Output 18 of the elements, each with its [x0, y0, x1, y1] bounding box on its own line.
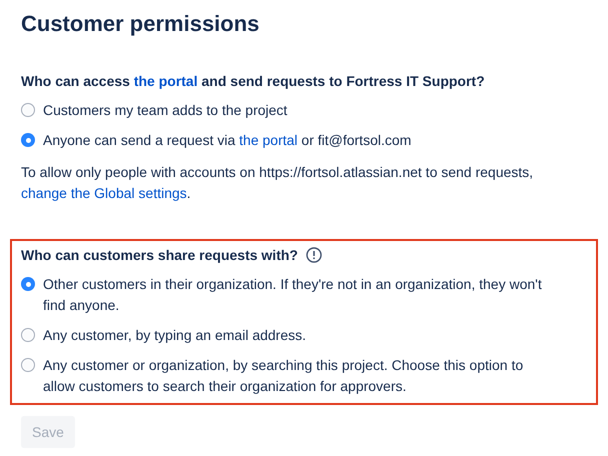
radio-button[interactable] — [21, 277, 35, 291]
info-icon[interactable] — [306, 247, 322, 263]
note-text: To allow only people with accounts on https://fortsol.atlassian.net to send requests, change the Global settings. — [21, 163, 534, 203]
option-label: Any customer or organization, by searching this project. Choose this option to allow customers to search their organization for approvers. — [43, 356, 524, 396]
question-text: Who can customers share requests with? — [21, 246, 298, 265]
page-title: Customer permissions — [21, 10, 260, 38]
option-label: Any customer, by typing an email address. — [43, 326, 308, 345]
option-label: Other customers in their organization. If they're not in an organization, they won't find anyone. — [43, 275, 543, 315]
link[interactable]: change the Global settings — [21, 185, 187, 201]
radio-button[interactable] — [21, 328, 35, 342]
link[interactable]: the portal — [239, 132, 298, 148]
option-label: Anyone can send a request via the portal or fit@fortsol.com — [43, 131, 412, 150]
radio-button[interactable] — [21, 358, 35, 372]
option-label: Customers my team adds to the project — [43, 101, 288, 120]
radio-button[interactable] — [21, 133, 35, 147]
question-text: Who can access the portal and send requests to Fortress IT Support? — [21, 72, 485, 91]
radio-button[interactable] — [21, 103, 35, 117]
link[interactable]: the portal — [134, 73, 198, 89]
